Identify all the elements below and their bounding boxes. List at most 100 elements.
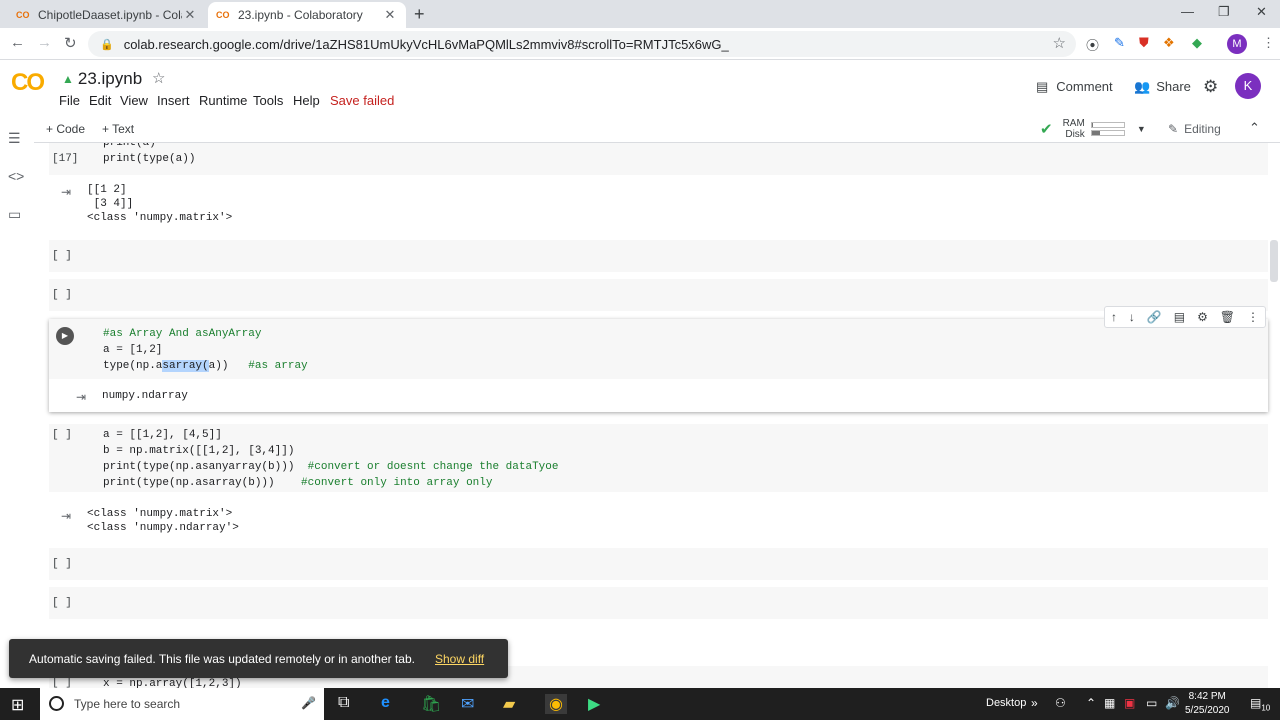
battery-icon[interactable]: ▭: [1146, 696, 1157, 710]
show-hidden-icons[interactable]: ⌃: [1086, 696, 1096, 710]
volume-icon[interactable]: 🔊: [1165, 696, 1180, 710]
comment-button[interactable]: ▤ Comment: [1036, 79, 1113, 95]
star-notebook-icon[interactable]: ☆: [152, 69, 165, 87]
mail-icon[interactable]: ✉: [461, 694, 474, 714]
extension-palette-icon[interactable]: ❖: [1163, 35, 1175, 51]
notebook-scrollbar[interactable]: [1270, 240, 1278, 282]
account-avatar[interactable]: K: [1235, 73, 1261, 99]
colab-favicon: CO: [216, 10, 230, 20]
browser-menu-icon[interactable]: ⋮: [1262, 35, 1275, 51]
editing-label: Editing: [1184, 122, 1221, 136]
extension-record-icon[interactable]: ⦿: [1086, 35, 1099, 54]
code-editor[interactable]: print(a) print(type(a)): [103, 143, 195, 167]
notebook-title[interactable]: ▲ 23.ipynb: [62, 69, 142, 89]
show-diff-link[interactable]: Show diff: [435, 652, 484, 666]
resource-labels: RAM Disk: [1063, 118, 1085, 140]
disk-meter: [1090, 130, 1125, 136]
back-icon[interactable]: ←: [10, 34, 25, 51]
more-options-icon[interactable]: ⋮: [1247, 310, 1259, 324]
code-cell[interactable]: [ ] a = [[1,2], [4,5]] b = np.matrix([[1,…: [49, 424, 1268, 492]
new-tab-button[interactable]: +: [414, 4, 425, 25]
maximize-icon[interactable]: ❐: [1218, 4, 1230, 20]
output-line: <class 'numpy.matrix'>: [87, 508, 233, 520]
output-icon[interactable]: ⇥: [61, 185, 71, 199]
task-view-icon[interactable]: ⧉: [338, 694, 349, 712]
table-of-contents-icon[interactable]: ☰: [8, 130, 21, 147]
output-icon[interactable]: ⇥: [61, 509, 71, 523]
people-icon[interactable]: ⚇: [1055, 696, 1066, 710]
code-cell[interactable]: [ ]: [49, 587, 1268, 619]
reload-icon[interactable]: ↻: [64, 34, 77, 52]
chrome-icon[interactable]: ◉: [545, 694, 567, 714]
resources-dropdown-icon[interactable]: ▼: [1137, 124, 1146, 134]
code-cell[interactable]: [17] print(a) print(type(a)): [49, 143, 1268, 175]
add-code-button[interactable]: + Code: [46, 122, 85, 136]
resources-indicator[interactable]: ✔ RAM Disk ▼: [1040, 116, 1146, 142]
extension-drive-icon[interactable]: ◆: [1192, 35, 1202, 51]
run-cell-button[interactable]: ▶: [56, 327, 74, 345]
browser-tab-23[interactable]: CO 23.ipynb - Colaboratory ✕: [208, 2, 406, 28]
output-line: <class 'numpy.matrix'>: [87, 212, 233, 224]
store-icon[interactable]: 🛍: [421, 694, 441, 714]
pycharm-icon[interactable]: ▶: [588, 694, 600, 714]
address-bar[interactable]: 🔒 colab.research.google.com/drive/1aZHS8…: [88, 31, 1076, 57]
menu-runtime[interactable]: Runtime: [199, 93, 247, 108]
file-explorer-icon[interactable]: ▰: [503, 694, 515, 714]
share-label: Share: [1156, 79, 1191, 94]
code-cell[interactable]: [ ]: [49, 548, 1268, 580]
add-text-button[interactable]: + Text: [102, 122, 134, 136]
minimize-icon[interactable]: —: [1181, 4, 1194, 19]
move-up-icon[interactable]: ↑: [1111, 310, 1117, 324]
browser-tab-strip: CO ChipotleDaaset.ipynb - Colaborat ✕ CO…: [0, 0, 1280, 28]
delete-icon[interactable]: 🗑: [1220, 310, 1235, 324]
close-tab-icon[interactable]: ✕: [382, 7, 398, 23]
notebook-area[interactable]: [17] print(a) print(type(a)) ⇥ [[1 2] [3 …: [34, 143, 1280, 688]
antivirus-icon[interactable]: ▣: [1124, 696, 1135, 710]
clock-time: 8:42 PM: [1188, 691, 1226, 702]
editing-mode-button[interactable]: ✎ Editing: [1168, 122, 1221, 136]
network-icon[interactable]: ▦: [1104, 696, 1115, 710]
colab-logo[interactable]: CO: [11, 69, 45, 97]
cell-settings-icon[interactable]: ⚙: [1197, 310, 1208, 324]
menu-view[interactable]: View: [120, 93, 148, 108]
code-line: print(type(np.asanyarray(b))) #convert o…: [103, 461, 559, 473]
comment-icon[interactable]: ▤: [1174, 310, 1185, 324]
extension-shield-icon[interactable]: ⛊: [1139, 35, 1149, 51]
code-editor[interactable]: #as Array And asAnyArray a = [1,2] type(np…: [103, 326, 308, 374]
tray-expand-icon[interactable]: »: [1031, 696, 1038, 710]
extension-pen-icon[interactable]: ✎: [1114, 35, 1125, 51]
taskbar-search[interactable]: Type here to search 🎤: [40, 688, 324, 720]
microphone-icon[interactable]: 🎤: [301, 696, 316, 710]
move-down-icon[interactable]: ↓: [1129, 310, 1135, 324]
active-code-cell[interactable]: ▶ #as Array And asAnyArray a = [1,2] type(…: [49, 319, 1268, 412]
menu-tools[interactable]: Tools: [253, 93, 283, 108]
desktop-toolbar-label[interactable]: Desktop: [986, 697, 1026, 709]
collapse-header-icon[interactable]: ⌃: [1249, 120, 1260, 136]
menu-insert[interactable]: Insert: [157, 93, 190, 108]
settings-gear-icon[interactable]: ⚙: [1203, 77, 1218, 97]
save-status[interactable]: Save failed: [330, 93, 394, 108]
link-icon[interactable]: 🔗: [1147, 310, 1162, 324]
browser-profile-avatar[interactable]: M: [1227, 34, 1247, 54]
menu-edit[interactable]: Edit: [89, 93, 111, 108]
code-cell[interactable]: [ ]: [49, 279, 1268, 311]
code-cell[interactable]: [ ]: [49, 240, 1268, 272]
share-button[interactable]: 👥 Share: [1134, 79, 1191, 95]
bookmark-star-icon[interactable]: ☆: [1053, 34, 1066, 52]
notification-center-icon[interactable]: ▤10: [1250, 696, 1270, 712]
forward-icon[interactable]: →: [37, 34, 52, 51]
browser-tab-chipotle[interactable]: CO ChipotleDaaset.ipynb - Colaborat ✕: [8, 2, 206, 28]
files-folder-icon[interactable]: ▭: [8, 206, 21, 223]
edge-icon[interactable]: e: [381, 694, 390, 712]
code-editor[interactable]: a = [[1,2], [4,5]] b = np.matrix([[1,2], …: [103, 427, 558, 491]
output-icon[interactable]: ⇥: [76, 390, 86, 404]
notebook-filename[interactable]: 23.ipynb: [78, 69, 142, 89]
autosave-failed-toast: Automatic saving failed. This file was u…: [9, 639, 508, 678]
menu-file[interactable]: File: [59, 93, 80, 108]
windows-start-icon[interactable]: ⊞: [11, 695, 24, 715]
menu-help[interactable]: Help: [293, 93, 320, 108]
close-tab-icon[interactable]: ✕: [182, 7, 198, 23]
code-snippets-icon[interactable]: <>: [8, 168, 24, 184]
close-window-icon[interactable]: ✕: [1256, 4, 1267, 20]
taskbar-clock[interactable]: 8:42 PM 5/25/2020: [1185, 690, 1230, 718]
